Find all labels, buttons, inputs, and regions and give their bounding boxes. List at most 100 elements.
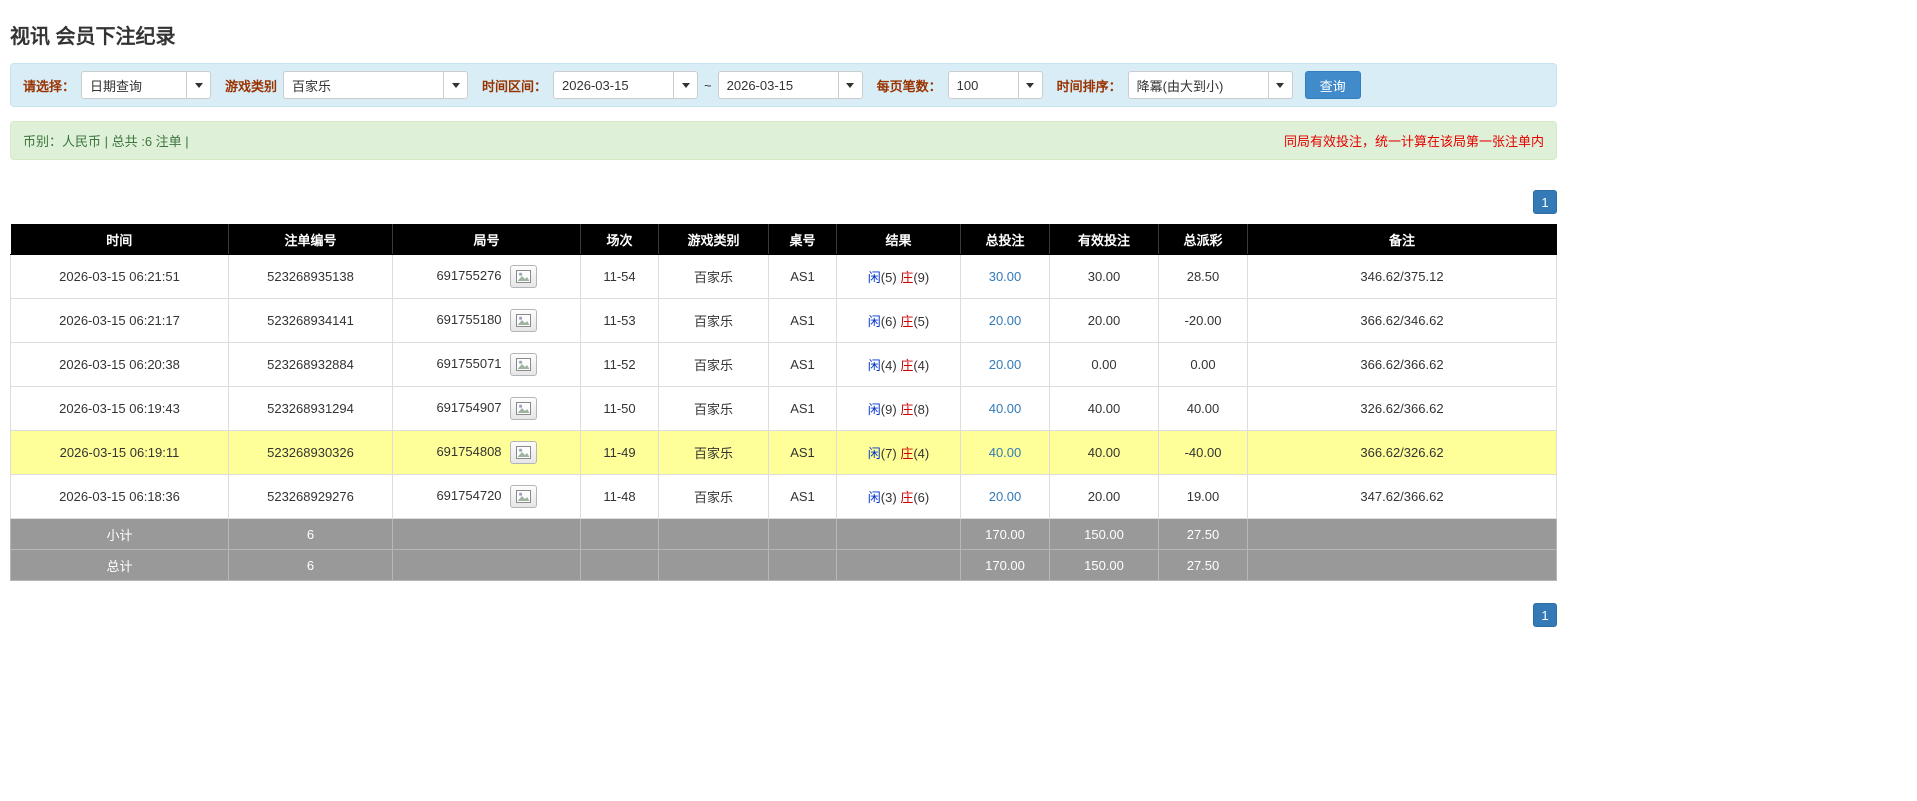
cell-bet-id: 523268930326	[228, 430, 393, 475]
result-banker-label: 庄	[900, 270, 914, 285]
cell-result: 闲(5) 庄(9)	[836, 254, 961, 299]
image-icon	[515, 402, 531, 415]
pagination-page-button[interactable]: 1	[1533, 190, 1557, 214]
pagination-bottom: 1	[10, 603, 1557, 627]
view-round-image-button[interactable]	[509, 397, 537, 420]
table-row: 2026-03-15 06:18:36 523268929276 691754720…	[10, 474, 1557, 519]
cell-game-type: 百家乐	[658, 430, 769, 475]
image-icon	[515, 314, 531, 327]
result-player-label: 闲	[867, 314, 881, 329]
column-header: 总投注	[960, 224, 1050, 255]
pagination-page-button[interactable]: 1	[1533, 603, 1557, 627]
result-banker-score: (5)	[913, 314, 930, 329]
result-banker-label: 庄	[900, 314, 914, 329]
summary-cell: 170.00	[960, 518, 1050, 550]
summary-cell: 27.50	[1158, 518, 1248, 550]
cell-table-no: AS1	[768, 430, 837, 475]
result-player-score: (4)	[880, 358, 897, 373]
date-from-select[interactable]: 2026-03-15	[553, 71, 699, 99]
date-to-select[interactable]: 2026-03-15	[717, 71, 863, 99]
cell-bet-id: 523268931294	[228, 386, 393, 431]
cell-payout: 19.00	[1158, 474, 1248, 519]
image-icon	[515, 446, 531, 459]
cell-payout: 28.50	[1158, 254, 1248, 299]
view-round-image-button[interactable]	[509, 265, 537, 288]
column-header: 场次	[580, 224, 659, 255]
image-icon	[515, 490, 531, 503]
round-id: 691755071	[436, 355, 502, 371]
result-banker-label: 庄	[900, 446, 914, 461]
cell-round: 691754808	[392, 430, 581, 475]
cell-valid-bet: 20.00	[1049, 474, 1159, 519]
result-player-label: 闲	[867, 402, 881, 417]
cell-session: 11-48	[580, 474, 659, 519]
result-banker-score: (8)	[913, 402, 930, 417]
info-bar: 币别：人民币 | 总共 :6 注单 | 同局有效投注，统一计算在该局第一张注单内	[10, 121, 1557, 160]
total-bet-link[interactable]: 30.00	[989, 269, 1022, 284]
view-round-image-button[interactable]	[509, 485, 537, 508]
cell-time: 2026-03-15 06:18:36	[10, 474, 229, 519]
cell-remark: 366.62/326.62	[1247, 430, 1557, 475]
summary-cell	[658, 549, 769, 581]
cell-valid-bet: 40.00	[1049, 430, 1159, 475]
summary-cell	[836, 518, 961, 550]
cell-result: 闲(6) 庄(5)	[836, 298, 961, 343]
time-sort-select[interactable]: 降冪(由大到小)	[1127, 71, 1293, 99]
column-header: 注单编号	[228, 224, 393, 255]
cell-table-no: AS1	[768, 386, 837, 431]
column-header: 时间	[10, 224, 229, 255]
column-header: 结果	[836, 224, 961, 255]
result-banker-score: (9)	[913, 270, 930, 285]
search-button[interactable]: 查询	[1304, 71, 1361, 99]
total-bet-link[interactable]: 40.00	[989, 401, 1022, 416]
result-player-label: 闲	[867, 446, 881, 461]
cell-remark: 326.62/366.62	[1247, 386, 1557, 431]
currency-summary-text: 币别：人民币 | 总共 :6 注单 |	[23, 134, 189, 149]
notice-text: 同局有效投注，统一计算在该局第一张注单内	[1283, 134, 1544, 149]
cell-table-no: AS1	[768, 298, 837, 343]
summary-cell	[768, 549, 837, 581]
cell-total-bet: 20.00	[960, 474, 1050, 519]
summary-cell: 小计	[10, 518, 229, 550]
cell-result: 闲(7) 庄(4)	[836, 430, 961, 475]
total-bet-link[interactable]: 20.00	[989, 357, 1022, 372]
page-size-select[interactable]: 100	[947, 71, 1043, 99]
query-type-label: 请选择：	[23, 78, 76, 94]
table-row: 2026-03-15 06:19:11 523268930326 691754808…	[10, 430, 1557, 475]
cell-round: 691754720	[392, 474, 581, 519]
view-round-image-button[interactable]	[509, 309, 537, 332]
cell-game-type: 百家乐	[658, 342, 769, 387]
cell-session: 11-49	[580, 430, 659, 475]
page-size-label: 每页笔数：	[876, 78, 942, 94]
view-round-image-button[interactable]	[509, 441, 537, 464]
round-id: 691755276	[436, 267, 502, 283]
cell-payout: 40.00	[1158, 386, 1248, 431]
round-id: 691754907	[436, 399, 502, 415]
cell-round: 691755071	[392, 342, 581, 387]
cell-time: 2026-03-15 06:20:38	[10, 342, 229, 387]
summary-cell	[392, 518, 581, 550]
cell-total-bet: 40.00	[960, 386, 1050, 431]
column-header: 局号	[392, 224, 581, 255]
cell-bet-id: 523268935138	[228, 254, 393, 299]
query-type-select[interactable]: 日期查询	[81, 71, 212, 99]
records-body: 2026-03-15 06:21:51 523268935138 691755276…	[10, 254, 1557, 519]
round-id: 691754720	[436, 487, 502, 503]
chevron-down-icon	[443, 72, 468, 98]
cell-session: 11-52	[580, 342, 659, 387]
view-round-image-button[interactable]	[509, 353, 537, 376]
game-type-select[interactable]: 百家乐	[283, 71, 469, 99]
result-banker-score: (4)	[913, 358, 930, 373]
table-row: 2026-03-15 06:21:17 523268934141 691755180…	[10, 298, 1557, 343]
total-bet-link[interactable]: 20.00	[989, 313, 1022, 328]
date-to-value: 2026-03-15	[726, 77, 794, 93]
cell-bet-id: 523268932884	[228, 342, 393, 387]
total-bet-link[interactable]: 20.00	[989, 489, 1022, 504]
total-bet-link[interactable]: 40.00	[989, 445, 1022, 460]
result-banker-score: (4)	[913, 446, 930, 461]
result-player-score: (5)	[880, 270, 897, 285]
betting-records-page: 视讯 会员下注纪录 请选择： 日期查询 游戏类别 百家乐 时间区间： 2026-…	[0, 0, 1557, 657]
date-from-value: 2026-03-15	[562, 77, 629, 93]
records-foot: 小计 6 170.00 150.00 27.50 总计 6 170.00 150.00 27.50	[10, 518, 1557, 581]
cell-remark: 366.62/366.62	[1247, 342, 1557, 387]
